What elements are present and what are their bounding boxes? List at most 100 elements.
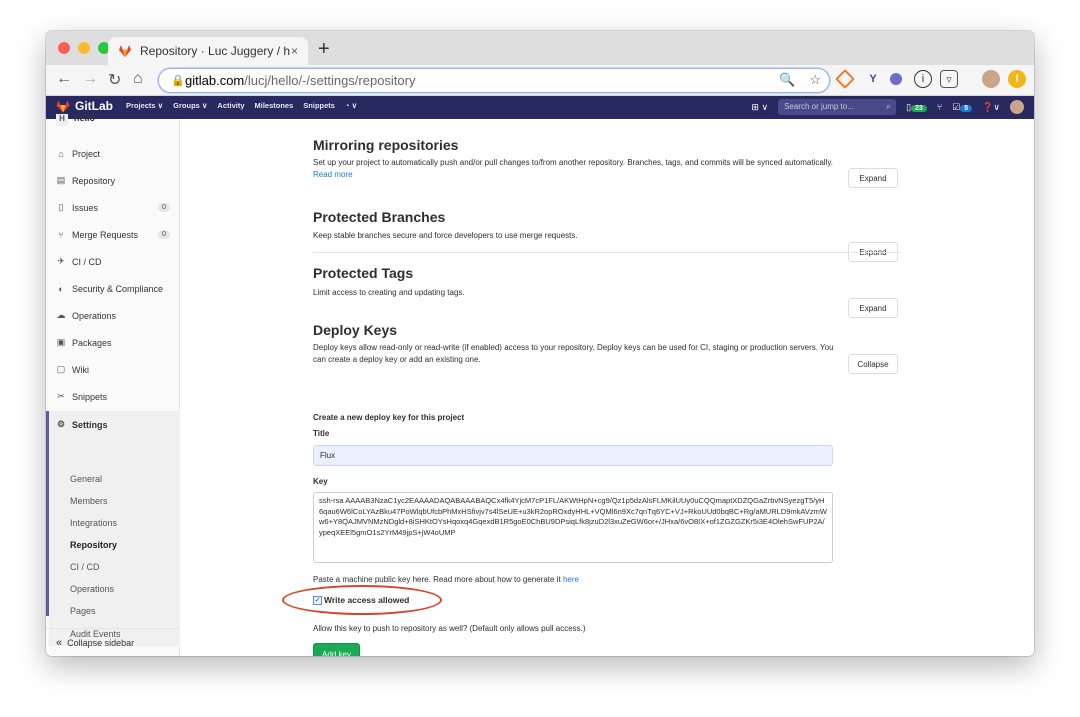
bookmark-star-icon[interactable]: ☆ bbox=[809, 72, 821, 88]
annotation-highlight-ellipse bbox=[282, 585, 442, 615]
todos-icon[interactable]: ▯ 23 bbox=[906, 102, 927, 113]
expand-protected-tags-button[interactable]: Expand bbox=[848, 298, 898, 318]
home-icon: ⌂ bbox=[58, 148, 64, 159]
gitlab-favicon-icon bbox=[118, 44, 132, 58]
issues-icon: ▯ bbox=[58, 202, 64, 212]
merge-requests-count: 0 bbox=[158, 230, 170, 239]
profile-avatar[interactable] bbox=[982, 70, 1000, 88]
shield-icon: ◐ bbox=[58, 283, 64, 294]
create-deploy-key-heading: Create a new deploy key for this project bbox=[313, 413, 465, 422]
section-title-deploy-keys: Deploy Keys bbox=[313, 322, 398, 338]
settings-sub-general[interactable]: General bbox=[49, 468, 180, 490]
issues-icon[interactable]: ☑ 5 bbox=[952, 102, 973, 113]
add-key-button[interactable]: Add key bbox=[313, 643, 360, 656]
gitlab-logo[interactable]: GitLab bbox=[56, 99, 113, 113]
deploy-key-title-input[interactable]: Flux bbox=[313, 445, 833, 466]
issues-count-badge: 5 bbox=[960, 104, 973, 112]
reload-icon[interactable]: ↻ bbox=[108, 70, 121, 90]
collapse-deploy-keys-button[interactable]: Collapse bbox=[848, 354, 898, 374]
user-avatar[interactable] bbox=[1010, 100, 1024, 114]
settings-sub-integrations[interactable]: Integrations bbox=[49, 512, 180, 534]
help-icon[interactable]: ❓∨ bbox=[982, 102, 1000, 113]
settings-main: Mirroring repositories Set up your proje… bbox=[180, 119, 1034, 656]
forward-icon[interactable]: → bbox=[82, 70, 98, 88]
cloud-icon: ☁ bbox=[56, 310, 66, 320]
nav-groups[interactable]: Groups ∨ bbox=[173, 101, 207, 110]
sidebar-item-packages[interactable]: ▣ Packages bbox=[46, 329, 180, 356]
sidebar-item-operations[interactable]: ☁ Operations bbox=[46, 302, 180, 329]
new-item-plus-icon[interactable]: ⊞ ∨ bbox=[751, 102, 768, 113]
nav-projects[interactable]: Projects ∨ bbox=[126, 101, 163, 110]
project-avatar: H bbox=[56, 114, 68, 126]
settings-sub-members[interactable]: Members bbox=[49, 490, 180, 512]
tab-close-icon[interactable]: × bbox=[291, 44, 298, 58]
section-title-protected-tags: Protected Tags bbox=[313, 265, 414, 281]
home-icon[interactable]: ⌂ bbox=[133, 70, 143, 88]
extension-diamond-icon[interactable] bbox=[835, 69, 855, 89]
gitlab-header: GitLab Projects ∨ Groups ∨ Activity Mile… bbox=[46, 96, 1034, 119]
address-bar[interactable]: 🔒 gitlab.com/lucj/hello/-/settings/repos… bbox=[158, 68, 830, 93]
nav-milestones[interactable]: Milestones bbox=[255, 101, 294, 110]
sidebar-item-ci-cd[interactable]: ✈ CI / CD bbox=[46, 248, 180, 275]
read-more-link[interactable]: Read more bbox=[313, 170, 353, 179]
generate-key-help-link[interactable]: here bbox=[563, 575, 579, 584]
back-icon[interactable]: ← bbox=[56, 70, 72, 88]
rocket-icon: ✈ bbox=[57, 256, 65, 266]
search-icon: ⌕ bbox=[886, 101, 892, 111]
sidebar-item-security[interactable]: ◐ Security & Compliance bbox=[46, 275, 180, 302]
nav-snippets[interactable]: Snippets bbox=[303, 101, 335, 110]
section-title-protected-branches: Protected Branches bbox=[313, 209, 446, 225]
browser-toolbar: ← → ↻ ⌂ 🔒 gitlab.com/lucj/hello/-/settin… bbox=[46, 65, 1034, 96]
section-title-mirroring: Mirroring repositories bbox=[313, 137, 459, 153]
settings-sub-pages[interactable]: Pages bbox=[49, 600, 180, 622]
sidebar-project-header[interactable]: Hhello bbox=[56, 113, 95, 126]
merge-requests-icon[interactable]: ⑂ bbox=[937, 102, 942, 112]
alert-icon[interactable]: ! bbox=[1008, 70, 1026, 88]
key-label: Key bbox=[313, 477, 328, 486]
tab-title: Repository · Luc Juggery / hello bbox=[140, 44, 290, 58]
extension-circle-icon[interactable] bbox=[890, 73, 902, 85]
settings-sub-operations[interactable]: Operations bbox=[49, 578, 180, 600]
extension-info-icon[interactable]: i bbox=[914, 70, 932, 88]
search-input[interactable]: Search or jump to... ⌕ bbox=[778, 99, 897, 115]
doc-icon: ▤ bbox=[56, 175, 66, 185]
package-icon: ▣ bbox=[56, 337, 66, 347]
gitlab-nav: Projects ∨ Groups ∨ Activity Milestones … bbox=[126, 101, 357, 110]
sidebar-item-issues[interactable]: ▯ Issues 0 bbox=[46, 194, 180, 221]
sidebar-item-project[interactable]: ⌂ Project bbox=[46, 140, 180, 167]
todo-count-badge: 23 bbox=[911, 104, 927, 112]
key-help-text: Paste a machine public key here. Read mo… bbox=[313, 575, 579, 584]
window-close-button[interactable] bbox=[58, 42, 70, 54]
settings-sub-repository[interactable]: Repository bbox=[49, 534, 180, 556]
settings-sub-ci-cd[interactable]: CI / CD bbox=[49, 556, 180, 578]
merge-icon: ⑂ bbox=[58, 229, 64, 240]
new-tab-button[interactable]: + bbox=[318, 38, 330, 61]
sidebar-item-wiki[interactable]: ▢ Wiki bbox=[46, 356, 180, 383]
expand-mirroring-button[interactable]: Expand bbox=[848, 168, 898, 188]
zoom-icon[interactable]: 🔍 bbox=[779, 72, 795, 88]
window-minimize-button[interactable] bbox=[78, 42, 90, 54]
sidebar-item-settings[interactable]: ⚙ Settings bbox=[46, 411, 180, 438]
collapse-sidebar-button[interactable]: «Collapse sidebar bbox=[46, 628, 180, 656]
project-sidebar: Hhello ⌂ Project ▤ Repository ▯ Issues 0 ⑂ Me… bbox=[46, 113, 180, 656]
sidebar-item-snippets[interactable]: ✂ Snippets bbox=[46, 383, 180, 410]
book-icon: ▢ bbox=[56, 364, 66, 374]
deploy-key-textarea[interactable]: ssh-rsa AAAAB3NzaC1yc2EAAAADAQABAAABAQCx… bbox=[313, 492, 833, 563]
sidebar-item-merge-requests[interactable]: ⑂ Merge Requests 0 bbox=[46, 221, 180, 248]
tab-strip: Repository · Luc Juggery / hello × + bbox=[46, 31, 1034, 65]
analytics-icon[interactable]: ◔ ∨ bbox=[345, 101, 357, 110]
lock-icon: 🔒 bbox=[171, 75, 185, 87]
extension-y-icon[interactable]: Y bbox=[864, 70, 882, 88]
double-chevron-left-icon: « bbox=[56, 636, 63, 649]
section-desc-mirroring: Set up your project to automatically pus… bbox=[313, 158, 833, 179]
gitlab-tanuki-icon bbox=[56, 100, 70, 112]
pocket-icon[interactable]: ▿ bbox=[940, 70, 958, 88]
gitlab-header-right: ⊞ ∨ Search or jump to... ⌕ ▯ 23 ⑂ ☑ 5 ❓∨ bbox=[751, 99, 1024, 115]
issues-count: 0 bbox=[158, 203, 170, 212]
nav-activity[interactable]: Activity bbox=[217, 101, 244, 110]
url-text: gitlab.com/lucj/hello/-/settings/reposit… bbox=[185, 73, 416, 88]
sidebar-item-repository[interactable]: ▤ Repository bbox=[46, 167, 180, 194]
divider bbox=[313, 252, 901, 253]
browser-tab[interactable]: Repository · Luc Juggery / hello × bbox=[108, 37, 308, 65]
title-label: Title bbox=[313, 429, 330, 438]
